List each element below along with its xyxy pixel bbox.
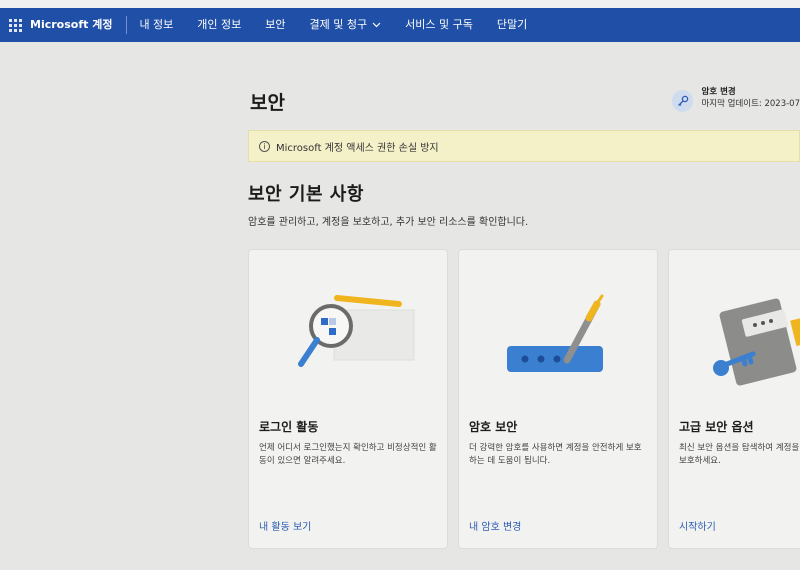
password-pen-icon — [459, 270, 657, 390]
main-content: 보안 암호 변경 마지막 업데이트: 2023-07 i Microsoft 계… — [0, 42, 800, 570]
brand-title[interactable]: Microsoft 계정 — [30, 16, 128, 34]
page-title: 보안 — [250, 92, 285, 114]
key-icon — [672, 90, 694, 112]
chevron-down-icon — [372, 9, 381, 43]
account-access-banner[interactable]: i Microsoft 계정 액세스 권한 손실 방지 — [248, 130, 800, 162]
nav-item-devices[interactable]: 단말기 — [485, 8, 539, 42]
app-launcher-icon[interactable] — [0, 8, 30, 42]
card-sign-in-activity: 로그인 활동 언제 어디서 로그인했는지 확인하고 비정상적인 활동이 있으면 … — [248, 249, 448, 549]
change-password-link[interactable]: 내 암호 변경 — [469, 518, 521, 533]
magnifier-icon — [249, 270, 447, 390]
card-password-security: 암호 보안 더 강력한 암호를 사용하면 계정을 안전하게 보호하는 데 도움이… — [458, 249, 658, 549]
key-book-icon — [669, 270, 800, 390]
card-description: 언제 어디서 로그인했는지 확인하고 비정상적인 활동이 있으면 알려주세요. — [259, 443, 437, 466]
nav-item-security[interactable]: 보안 — [253, 8, 297, 42]
section-description: 암호를 관리하고, 계정을 보호하고, 추가 보안 리소스를 확인합니다. — [248, 217, 529, 228]
top-navigation-bar: Microsoft 계정 내 정보 개인 정보 보안 결제 및 청구 서비스 및… — [0, 8, 800, 42]
nav-item-billing-label: 결제 및 청구 — [309, 18, 368, 31]
browser-strip — [0, 0, 800, 8]
password-last-updated: 마지막 업데이트: 2023-07 — [701, 99, 800, 109]
password-change-label: 암호 변경 — [701, 87, 736, 97]
card-title: 로그인 활동 — [259, 420, 319, 434]
info-icon: i — [259, 140, 270, 152]
card-description: 더 강력한 암호를 사용하면 계정을 안전하게 보호하는 데 도움이 됩니다. — [469, 443, 642, 466]
password-change-shortcut[interactable]: 암호 변경 마지막 업데이트: 2023-07 — [672, 86, 800, 118]
banner-text: Microsoft 계정 액세스 권한 손실 방지 — [276, 142, 439, 154]
section-title: 보안 기본 사항 — [248, 184, 364, 205]
card-title: 암호 보안 — [469, 420, 518, 434]
nav-item-billing[interactable]: 결제 및 청구 — [298, 8, 394, 42]
nav-item-services[interactable]: 서비스 및 구독 — [393, 8, 485, 42]
card-description: 최신 보안 옵션을 탐색하여 계정을 보호하세요. — [679, 443, 800, 466]
view-activity-link[interactable]: 내 활동 보기 — [259, 518, 311, 533]
nav-item-personal-info[interactable]: 개인 정보 — [185, 8, 253, 42]
card-title: 고급 보안 옵션 — [679, 420, 754, 434]
get-started-link[interactable]: 시작하기 — [679, 518, 716, 533]
card-advanced-security: 고급 보안 옵션 최신 보안 옵션을 탐색하여 계정을 보호하세요. 시작하기 — [668, 249, 800, 549]
nav-menu: 내 정보 개인 정보 보안 결제 및 청구 서비스 및 구독 단말기 — [127, 8, 539, 42]
nav-item-my-info[interactable]: 내 정보 — [127, 8, 185, 42]
